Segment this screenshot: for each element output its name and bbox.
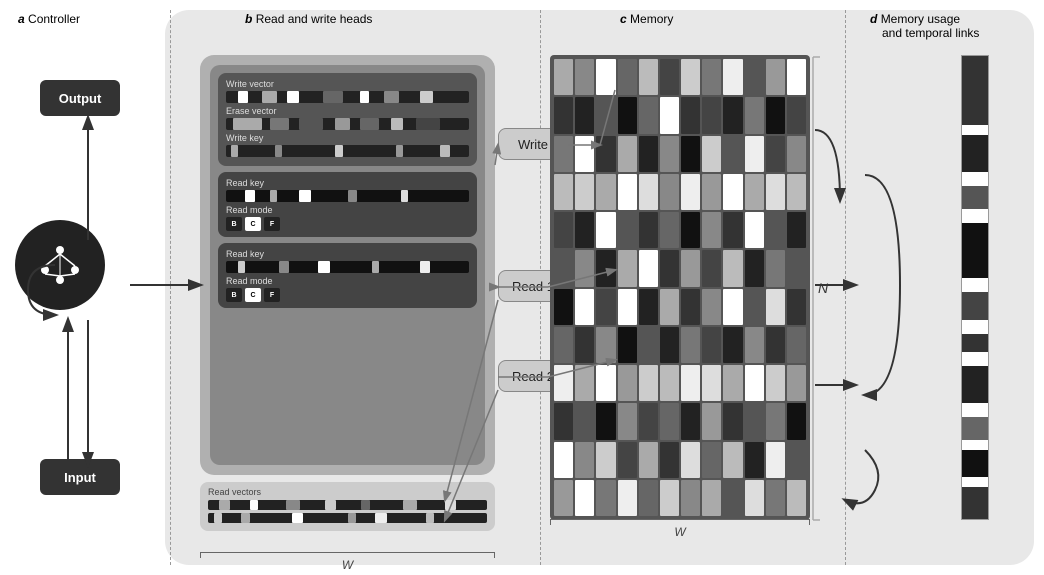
mem-row-6: [554, 250, 806, 286]
section-a-label: a Controller: [18, 12, 80, 26]
read-key-1-label: Read key: [226, 178, 469, 188]
read-vector-row-2: [208, 513, 487, 523]
write-vector-row: [226, 91, 469, 103]
mem-row-11: [554, 442, 806, 478]
mode-btn-B2[interactable]: B: [226, 288, 242, 302]
read-mode-2-row: B C F: [226, 288, 469, 302]
w-label-mem: W: [674, 525, 685, 539]
section-b-label: b Read and write heads: [245, 12, 372, 26]
mem-row-9: [554, 365, 806, 401]
rw-panel-inner: Write vector Erase vector: [210, 65, 485, 465]
write-key-row: [226, 145, 469, 157]
mem-row-5: [554, 212, 806, 248]
mem-row-3: [554, 136, 806, 172]
mem-row-7: [554, 289, 806, 325]
section-d-label: d Memory usage and temporal links: [870, 12, 979, 40]
mode-btn-B1[interactable]: B: [226, 217, 242, 231]
controller-circle: [15, 220, 105, 310]
divider-line-1: [170, 10, 171, 565]
write-vector-label: Write vector: [226, 79, 469, 89]
n-label: N: [818, 280, 828, 296]
mem-row-2: [554, 97, 806, 133]
read-vector-row-1: [208, 500, 487, 510]
read-vectors-section: Read vectors: [200, 482, 495, 531]
read-mode-1-row: B C F: [226, 217, 469, 231]
usage-panel: [961, 55, 989, 520]
rw-panel: Write vector Erase vector: [200, 55, 495, 475]
mode-btn-C2[interactable]: C: [245, 288, 261, 302]
read-mode-2-label: Read mode: [226, 276, 469, 286]
mem-row-12: [554, 480, 806, 516]
memory-grid: [550, 55, 810, 520]
read-mode-1-label: Read mode: [226, 205, 469, 215]
diagram-container: a Controller b Read and write heads c Me…: [0, 0, 1044, 575]
section-c-label: c Memory: [620, 12, 673, 26]
mem-row-10: [554, 403, 806, 439]
output-box: Output: [40, 80, 120, 116]
erase-vector-label: Erase vector: [226, 106, 469, 116]
read-head-1-section: Read key Read mode B C F: [218, 172, 477, 237]
write-head-section: Write vector Erase vector: [218, 73, 477, 166]
w-bracket-mem: W: [550, 519, 810, 535]
read-key-2-label: Read key: [226, 249, 469, 259]
read-key-2-row: [226, 261, 469, 273]
memory-section: [550, 55, 810, 520]
mode-btn-F2[interactable]: F: [264, 288, 280, 302]
write-key-label: Write key: [226, 133, 469, 143]
erase-vector-row: [226, 118, 469, 130]
w-label-rw: W: [342, 558, 353, 572]
divider-line-3: [845, 10, 846, 565]
w-bracket-rw: W: [200, 548, 495, 562]
mem-row-4: [554, 174, 806, 210]
read-head-2-section: Read key Read mode B C F: [218, 243, 477, 308]
read-key-1-row: [226, 190, 469, 202]
mem-row-1: [554, 59, 806, 95]
mode-btn-F1[interactable]: F: [264, 217, 280, 231]
mem-row-8: [554, 327, 806, 363]
mode-btn-C1[interactable]: C: [245, 217, 261, 231]
input-box: Input: [40, 459, 120, 495]
read-vectors-label: Read vectors: [208, 487, 487, 497]
